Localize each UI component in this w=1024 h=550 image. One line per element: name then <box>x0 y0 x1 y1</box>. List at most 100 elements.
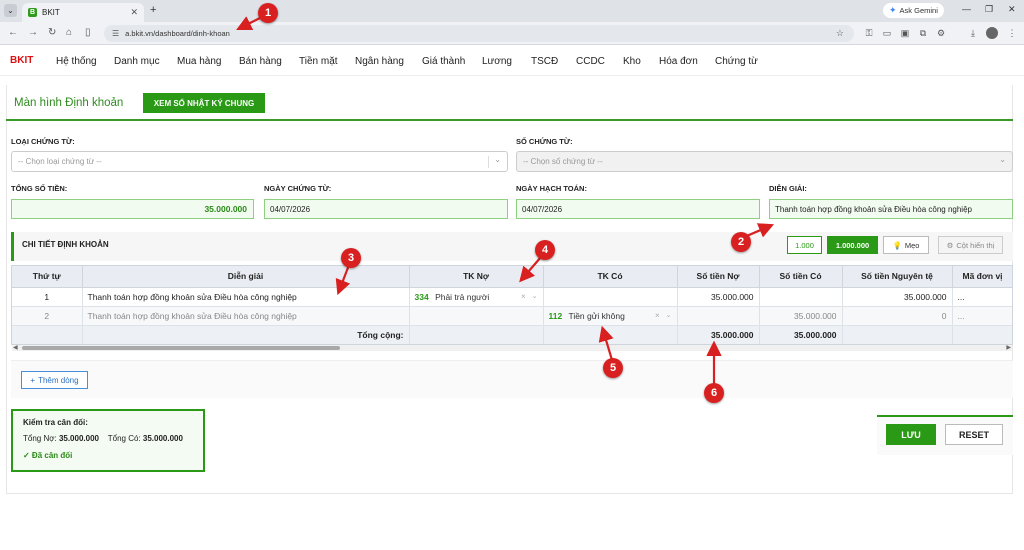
page-title: Màn hình Định khoản <box>14 97 124 109</box>
menu-tien-mat[interactable]: Tiền mặt <box>299 56 338 67</box>
description-field[interactable]: Thanh toán hợp đồng khoản sửa Điều hòa c… <box>769 199 1013 219</box>
chevron-down-icon[interactable]: ⌄ <box>532 292 538 300</box>
view-general-journal-button[interactable]: XEM SỔ NHẬT KÝ CHUNG <box>143 93 265 113</box>
voucher-type-select[interactable]: -- Chọn loại chứng từ -- ⌄ <box>11 151 508 172</box>
unit-thousand-button[interactable]: 1.000 <box>787 236 822 254</box>
col-debit-account-header[interactable]: TK Nợ <box>409 266 544 288</box>
menu-mua-hang[interactable]: Mua hàng <box>177 56 221 67</box>
menu-danh-muc[interactable]: Danh mục <box>114 56 160 67</box>
clear-icon[interactable]: × <box>655 311 660 320</box>
tips-button[interactable]: 💡 Mẹo <box>883 236 929 254</box>
menu-tscd[interactable]: TSCĐ <box>531 56 558 67</box>
tips-label: Mẹo <box>904 240 920 250</box>
annotation-badge-3: 3 <box>341 248 361 268</box>
chevron-down-icon: ⌄ <box>494 155 501 164</box>
add-row-label: Thêm dòng <box>38 375 79 385</box>
unit-code-cell[interactable]: ... <box>952 306 1012 326</box>
horizontal-scrollbar[interactable]: ◀ ▶ <box>12 345 1012 351</box>
close-tab-icon[interactable]: ✕ <box>130 7 138 18</box>
col-description-header[interactable]: Diễn giải <box>82 266 410 288</box>
home-icon[interactable]: ⌂ <box>66 27 72 38</box>
credit-account-select[interactable] <box>543 287 678 307</box>
brand-logo[interactable]: BKIT <box>10 55 33 66</box>
translate-icon[interactable]: ⧉ <box>918 28 928 38</box>
scroll-left-icon[interactable]: ◀ <box>13 344 18 351</box>
close-window-icon[interactable]: ✕ <box>1008 4 1016 15</box>
menu-gia-thanh[interactable]: Giá thành <box>422 56 465 67</box>
ask-gemini-button[interactable]: ✦ Ask Gemini <box>883 3 944 18</box>
foreign-amount-cell[interactable]: 35.000.000 <box>842 287 953 307</box>
menu-kho[interactable]: Kho <box>623 56 641 67</box>
new-tab-icon[interactable]: + <box>150 4 156 16</box>
table-row: 1 Thanh toán hợp đồng khoản sửa Điều hòa… <box>12 287 1012 307</box>
unit-million-button[interactable]: 1.000.000 <box>827 236 878 254</box>
menu-he-thong[interactable]: Hệ thống <box>56 56 97 67</box>
annotation-badge-5: 5 <box>603 358 623 378</box>
credit-amount-cell[interactable]: 35.000.000 <box>759 306 843 326</box>
debit-amount-cell[interactable] <box>677 306 760 326</box>
forward-icon[interactable]: → <box>28 27 38 38</box>
col-debit-amount-header[interactable]: Số tiền Nợ <box>677 266 760 288</box>
scroll-thumb[interactable] <box>22 346 340 350</box>
unit-code-cell[interactable]: ... <box>952 287 1012 307</box>
save-button[interactable]: LƯU <box>886 424 936 445</box>
chevron-down-icon: ⌄ <box>999 155 1006 164</box>
tab-search-icon[interactable]: ⌄ <box>4 4 17 17</box>
table-header-row: Thứ tự Diễn giải TK Nợ TK Có Số tiền Nợ … <box>12 266 1012 288</box>
credit-amount-cell[interactable] <box>759 287 843 307</box>
site-info-icon[interactable]: ☰ <box>112 29 119 38</box>
menu-ngan-hang[interactable]: Ngân hàng <box>355 56 404 67</box>
card-icon[interactable]: ▭ <box>882 28 892 38</box>
col-order-header[interactable]: Thứ tự <box>12 266 83 288</box>
total-amount-field[interactable]: 35.000.000 <box>11 199 254 219</box>
menu-hoa-don[interactable]: Hóa đơn <box>659 56 698 67</box>
side-panel-icon[interactable]: ▯ <box>85 27 91 38</box>
col-unit-code-header[interactable]: Mã đơn vị <box>952 266 1012 288</box>
menu-chung-tu[interactable]: Chứng từ <box>715 56 758 67</box>
add-row-button[interactable]: + Thêm dòng <box>21 371 88 389</box>
voucher-number-placeholder: -- Chọn số chứng từ -- <box>523 157 603 166</box>
browser-tab[interactable]: B BKIT ✕ <box>22 3 144 22</box>
panel-icon[interactable]: ▣ <box>900 28 910 38</box>
row-description-cell[interactable]: Thanh toán hợp đồng khoản sửa Điều hòa c… <box>82 306 410 326</box>
annotation-badge-1: 1 <box>258 3 278 23</box>
voucher-number-select[interactable]: -- Chọn số chứng từ -- ⌄ <box>516 151 1013 172</box>
extension-icon[interactable]: ⚙ <box>936 28 946 38</box>
posting-date-field[interactable]: 04/07/2026 <box>516 199 760 219</box>
debit-amount-cell[interactable]: 35.000.000 <box>677 287 760 307</box>
col-foreign-amount-header[interactable]: Số tiền Nguyên tệ <box>842 266 953 288</box>
back-icon[interactable]: ← <box>8 27 18 38</box>
minimize-icon[interactable]: — <box>962 4 971 14</box>
menu-luong[interactable]: Lương <box>482 56 512 67</box>
voucher-date-field[interactable]: 04/07/2026 <box>264 199 508 219</box>
reset-button[interactable]: RESET <box>945 424 1003 445</box>
col-credit-account-header[interactable]: TK Có <box>543 266 678 288</box>
clear-icon[interactable]: × <box>521 292 526 301</box>
total-credit: 35.000.000 <box>759 325 843 344</box>
menu-ccdc[interactable]: CCDC <box>576 56 605 67</box>
foreign-amount-cell[interactable]: 0 <box>842 306 953 326</box>
bookmark-star-icon[interactable]: ☆ <box>836 28 844 39</box>
debit-account-select[interactable]: 334 Phải trả người ⌄ × <box>409 287 544 307</box>
key-icon[interactable]: ⚿ <box>864 28 874 38</box>
gemini-icon: ✦ <box>889 5 897 15</box>
total-label: Tổng cộng: <box>82 325 410 344</box>
reload-icon[interactable]: ↻ <box>48 27 56 38</box>
display-columns-button[interactable]: ⚙ Cột hiển thị <box>938 236 1003 254</box>
profile-avatar[interactable] <box>986 27 998 39</box>
chevron-down-icon[interactable]: ⌄ <box>666 311 672 319</box>
debit-account-select[interactable] <box>409 306 544 326</box>
more-menu-icon[interactable]: ⋮ <box>1007 28 1017 38</box>
restore-icon[interactable]: ❐ <box>985 4 993 15</box>
menu-ban-hang[interactable]: Bán hàng <box>239 56 282 67</box>
row-description-cell[interactable]: Thanh toán hợp đồng khoản sửa Điều hòa c… <box>82 287 410 307</box>
scroll-right-icon[interactable]: ▶ <box>1006 344 1011 351</box>
annotation-badge-4: 4 <box>535 240 555 260</box>
credit-account-select[interactable]: 112 Tiền gửi không ⌄ × <box>543 306 678 326</box>
posting-date-label: NGÀY HẠCH TOÁN: <box>516 184 587 193</box>
download-icon[interactable]: ⤓ <box>968 28 978 38</box>
total-debit-value: 35.000.000 <box>58 434 99 443</box>
total-debit: 35.000.000 <box>677 325 760 344</box>
col-credit-amount-header[interactable]: Số tiền Có <box>759 266 843 288</box>
address-bar[interactable]: ☰ a.bkit.vn/dashboard/dinh-khoan ☆ <box>104 25 854 42</box>
